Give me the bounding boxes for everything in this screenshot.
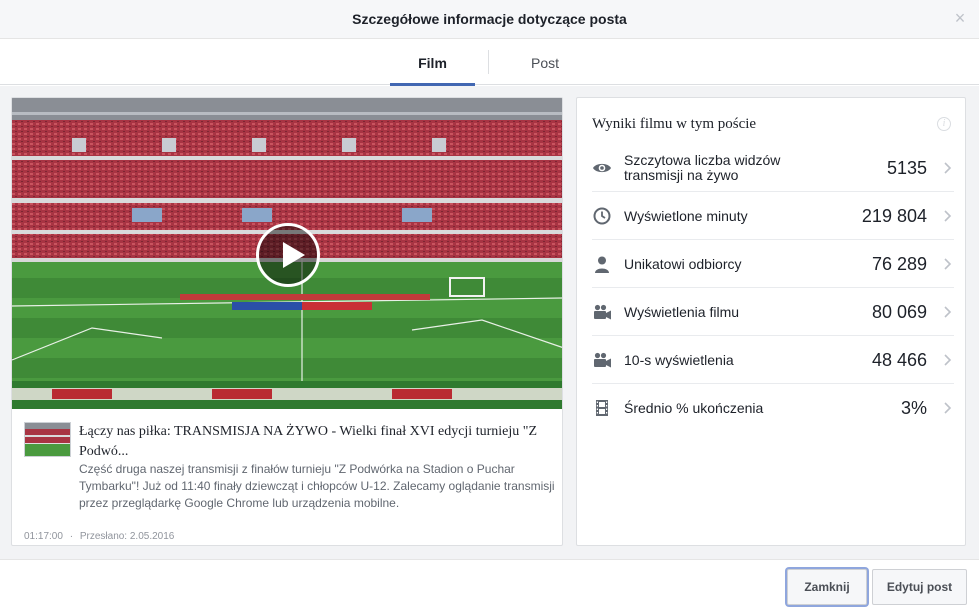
upload-date: Przesłano: 2.05.2016 <box>79 531 175 542</box>
tab-divider <box>488 50 489 74</box>
info-icon[interactable]: i <box>937 117 951 131</box>
metric-value: 48 466 <box>871 350 927 370</box>
eye-icon <box>593 163 611 173</box>
post-meta: 01:17:00 · Przesłano: 2.05.2016 <box>24 531 178 542</box>
video-camera-icon <box>594 304 611 320</box>
metric-minutes-viewed[interactable]: Wyświetlone minuty 219 804 <box>592 192 954 240</box>
metric-label: Szczytowa liczba widzów transmisji na ży… <box>624 152 781 183</box>
chevron-right-icon <box>944 354 952 366</box>
chevron-right-icon <box>944 258 952 270</box>
metric-label: Wyświetlone minuty <box>624 207 748 224</box>
play-button[interactable] <box>256 223 320 287</box>
metric-10s-views[interactable]: 10-s wyświetlenia 48 466 <box>592 336 954 384</box>
metric-value: 80 069 <box>871 302 927 322</box>
clock-icon <box>593 207 611 225</box>
film-strip-icon <box>596 400 608 416</box>
metric-label: Wyświetlenia filmu <box>624 303 740 320</box>
edit-post-button[interactable]: Edytuj post <box>872 569 967 605</box>
metric-video-views[interactable]: Wyświetlenia filmu 80 069 <box>592 288 954 336</box>
metric-label: Średnio % ukończenia <box>624 399 764 416</box>
metric-value: 76 289 <box>871 254 927 274</box>
results-title: Wyniki filmu w tym poście <box>592 116 757 132</box>
dialog-content: Łączy nas piłka: TRANSMISJA NA ŻYWO - Wi… <box>0 86 979 559</box>
metric-avg-completion[interactable]: Średnio % ukończenia 3% <box>592 384 954 432</box>
metric-unique-viewers[interactable]: Unikatowi odbiorcy 76 289 <box>592 240 954 288</box>
chevron-right-icon <box>944 306 952 318</box>
person-icon <box>595 256 609 273</box>
metric-value: 5135 <box>886 158 927 178</box>
dialog-footer: Zamknij Edytuj post <box>0 559 979 612</box>
chevron-right-icon <box>944 162 952 174</box>
metric-value: 219 804 <box>861 206 927 226</box>
close-button[interactable]: Zamknij <box>787 569 867 605</box>
video-camera-icon <box>594 352 611 368</box>
metric-peak-live-viewers[interactable]: Szczytowa liczba widzów transmisji na ży… <box>592 144 954 192</box>
video-results-card: Wyniki filmu w tym poście i Szczytowa li… <box>576 97 966 546</box>
tab-film[interactable]: Film <box>390 40 475 86</box>
metric-value: 3% <box>900 398 927 418</box>
dialog-title: Szczegółowe informacje dotyczące posta <box>352 11 627 27</box>
meta-separator: · <box>69 531 74 542</box>
chevron-right-icon <box>944 210 952 222</box>
post-description: Część druga naszej transmisji z finałów … <box>79 462 555 510</box>
post-title[interactable]: Łączy nas piłka: TRANSMISJA NA ŻYWO - Wi… <box>79 422 557 462</box>
metric-label: 10-s wyświetlenia <box>624 351 734 368</box>
tab-post[interactable]: Post <box>500 40 590 85</box>
tab-bar: Film Post <box>0 40 979 86</box>
close-icon[interactable]: × <box>953 9 967 27</box>
video-post-card: Łączy nas piłka: TRANSMISJA NA ŻYWO - Wi… <box>11 97 563 546</box>
metric-label: Unikatowi odbiorcy <box>624 255 742 272</box>
video-player[interactable] <box>12 98 562 409</box>
chevron-right-icon <box>944 402 952 414</box>
dialog-header: Szczegółowe informacje dotyczące posta × <box>0 0 979 39</box>
post-thumbnail[interactable] <box>24 422 71 457</box>
video-duration: 01:17:00 <box>24 531 63 542</box>
